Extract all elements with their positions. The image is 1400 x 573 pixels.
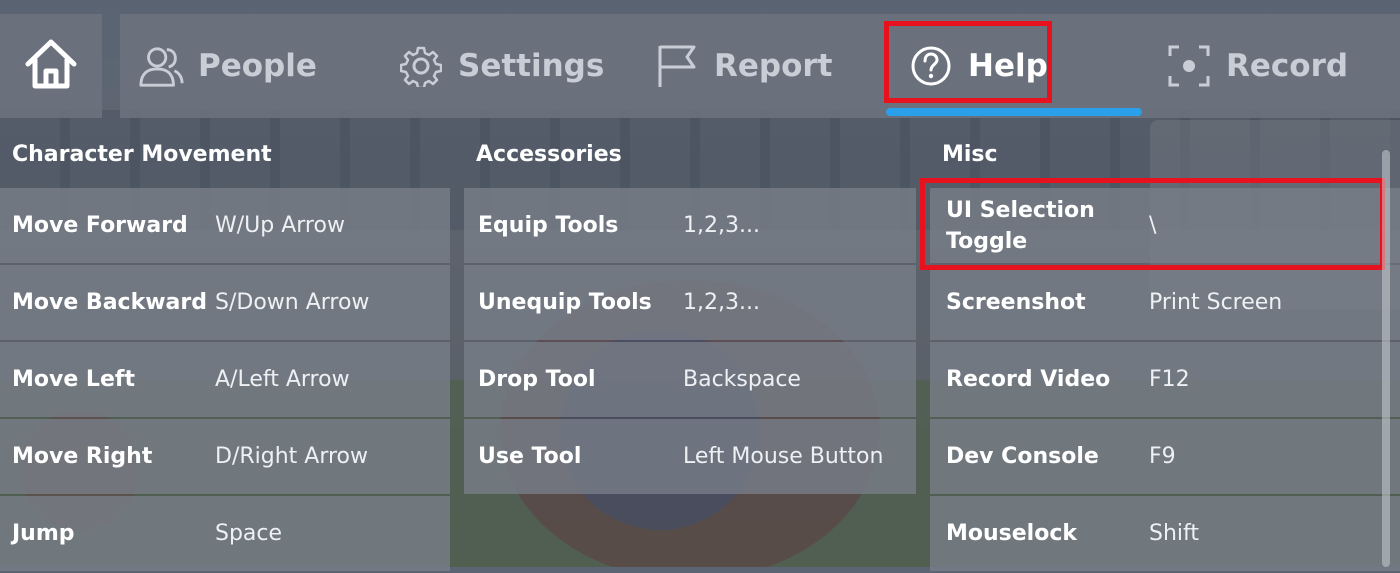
keybind-row: Mouselock Shift bbox=[930, 496, 1400, 571]
keybind-key: Backspace bbox=[683, 367, 801, 392]
keybind-action: Drop Tool bbox=[478, 367, 596, 392]
tab-people-label: People bbox=[198, 48, 317, 84]
column-accessories: Accessories Equip Tools 1,2,3... Unequip… bbox=[464, 120, 916, 496]
tab-bar: People Settings Report Help Record bbox=[120, 14, 1400, 118]
keybind-action: Unequip Tools bbox=[478, 290, 652, 315]
keybind-key: W/Up Arrow bbox=[215, 213, 345, 238]
tab-settings-label: Settings bbox=[458, 48, 605, 84]
keybind-row: Record Video F12 bbox=[930, 342, 1400, 417]
keybind-key: \ bbox=[1149, 213, 1157, 238]
keybind-key: Shift bbox=[1149, 521, 1200, 546]
keybind-row: Screenshot Print Screen bbox=[930, 265, 1400, 340]
keybind-row: UI Selection Toggle \ bbox=[930, 188, 1400, 263]
record-icon bbox=[1166, 43, 1212, 89]
keybind-action: Move Right bbox=[12, 444, 153, 469]
home-button[interactable] bbox=[0, 14, 102, 118]
help-circle-icon bbox=[908, 43, 954, 89]
tab-people[interactable]: People bbox=[138, 14, 317, 118]
keybind-row: Equip Tools 1,2,3... bbox=[464, 188, 916, 263]
keybind-key: F9 bbox=[1149, 444, 1176, 469]
keybind-row: Use Tool Left Mouse Button bbox=[464, 419, 916, 494]
keybind-key: A/Left Arrow bbox=[215, 367, 350, 392]
keybind-key: 1,2,3... bbox=[683, 213, 760, 238]
keybind-action: Move Backward bbox=[12, 290, 207, 315]
keybind-action: Jump bbox=[12, 521, 75, 546]
tab-report-label: Report bbox=[714, 48, 833, 84]
people-icon bbox=[138, 43, 184, 89]
keybind-action: Equip Tools bbox=[478, 213, 619, 238]
keybind-key: 1,2,3... bbox=[683, 290, 760, 315]
flag-icon bbox=[654, 43, 700, 89]
tab-help[interactable]: Help bbox=[908, 14, 1048, 118]
gear-icon bbox=[398, 43, 444, 89]
keybind-row: Dev Console F9 bbox=[930, 419, 1400, 494]
keybind-action: Mouselock bbox=[946, 521, 1078, 546]
keybind-row: Move Left A/Left Arrow bbox=[0, 342, 450, 417]
column-character-movement: Character Movement Move Forward W/Up Arr… bbox=[0, 120, 450, 573]
scrollbar[interactable] bbox=[1382, 150, 1390, 567]
column-title: Misc bbox=[942, 141, 998, 167]
keybind-action: Screenshot bbox=[946, 290, 1086, 315]
keybind-action: Use Tool bbox=[478, 444, 582, 469]
keybind-row: Move Right D/Right Arrow bbox=[0, 419, 450, 494]
column-title: Accessories bbox=[476, 141, 622, 167]
keybind-key: D/Right Arrow bbox=[215, 444, 369, 469]
tab-record-label: Record bbox=[1226, 48, 1349, 84]
keybind-action: Move Left bbox=[12, 367, 135, 392]
keybind-row: Jump Space bbox=[0, 496, 450, 571]
keybind-action: Record Video bbox=[946, 367, 1111, 392]
keybind-key: Print Screen bbox=[1149, 290, 1283, 315]
keybind-key: Space bbox=[215, 521, 283, 546]
top-nav: People Settings Report Help Record bbox=[0, 0, 1400, 120]
column-title: Character Movement bbox=[12, 141, 272, 167]
active-tab-indicator bbox=[886, 108, 1142, 116]
keybind-row: Unequip Tools 1,2,3... bbox=[464, 265, 916, 340]
keybind-row: Drop Tool Backspace bbox=[464, 342, 916, 417]
keybind-action: Dev Console bbox=[946, 444, 1099, 469]
tab-report[interactable]: Report bbox=[654, 14, 833, 118]
keybind-action: Move Forward bbox=[12, 213, 188, 238]
home-icon bbox=[22, 37, 80, 95]
keybind-key: F12 bbox=[1149, 367, 1190, 392]
keybind-action: UI Selection Toggle bbox=[946, 197, 1095, 254]
tab-help-label: Help bbox=[968, 48, 1048, 84]
keybind-key: S/Down Arrow bbox=[215, 290, 370, 315]
tab-settings[interactable]: Settings bbox=[398, 14, 604, 118]
keybind-key: Left Mouse Button bbox=[683, 444, 884, 469]
keybind-row: Move Backward S/Down Arrow bbox=[0, 265, 450, 340]
column-misc: Misc UI Selection Toggle \ Screenshot Pr… bbox=[930, 120, 1400, 573]
tab-record[interactable]: Record bbox=[1166, 14, 1348, 118]
keybind-row: Move Forward W/Up Arrow bbox=[0, 188, 450, 263]
